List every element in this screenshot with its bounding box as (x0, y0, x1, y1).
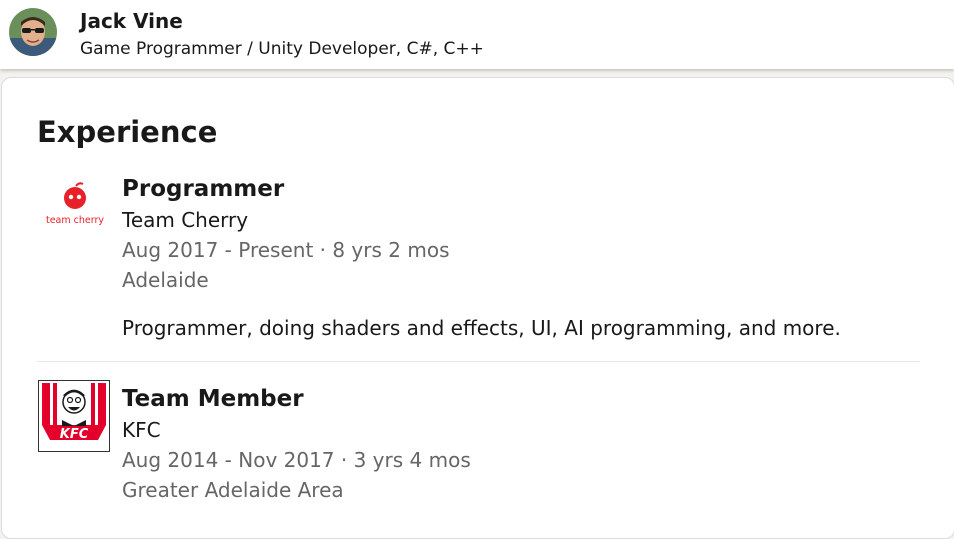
company-name[interactable]: KFC (122, 417, 161, 443)
profile-topbar: Jack Vine Game Programmer / Unity Develo… (0, 0, 954, 69)
team-cherry-logo-text: team cherry (46, 215, 104, 226)
job-title-team-member[interactable]: Team Member (122, 385, 304, 413)
profile-avatar[interactable] (9, 8, 57, 56)
experience-section-title: Experience (37, 115, 218, 149)
job-description: Programmer, doing shaders and effects, U… (122, 316, 841, 340)
kfc-logo[interactable]: KFC (38, 380, 110, 452)
profile-name[interactable]: Jack Vine (80, 9, 183, 33)
job-dates: Aug 2017 - Present · 8 yrs 2 mos (122, 238, 450, 262)
item-divider (37, 361, 920, 362)
job-title-programmer[interactable]: Programmer (122, 175, 284, 203)
job-dates: Aug 2014 - Nov 2017 · 3 yrs 4 mos (122, 448, 471, 472)
team-cherry-logo[interactable]: team cherry (46, 182, 106, 226)
job-location: Adelaide (122, 268, 209, 292)
kfc-logo-text: KFC (60, 427, 89, 442)
company-name[interactable]: Team Cherry (122, 207, 248, 233)
profile-headline: Game Programmer / Unity Developer, C#, C… (80, 39, 484, 59)
job-location: Greater Adelaide Area (122, 478, 344, 502)
